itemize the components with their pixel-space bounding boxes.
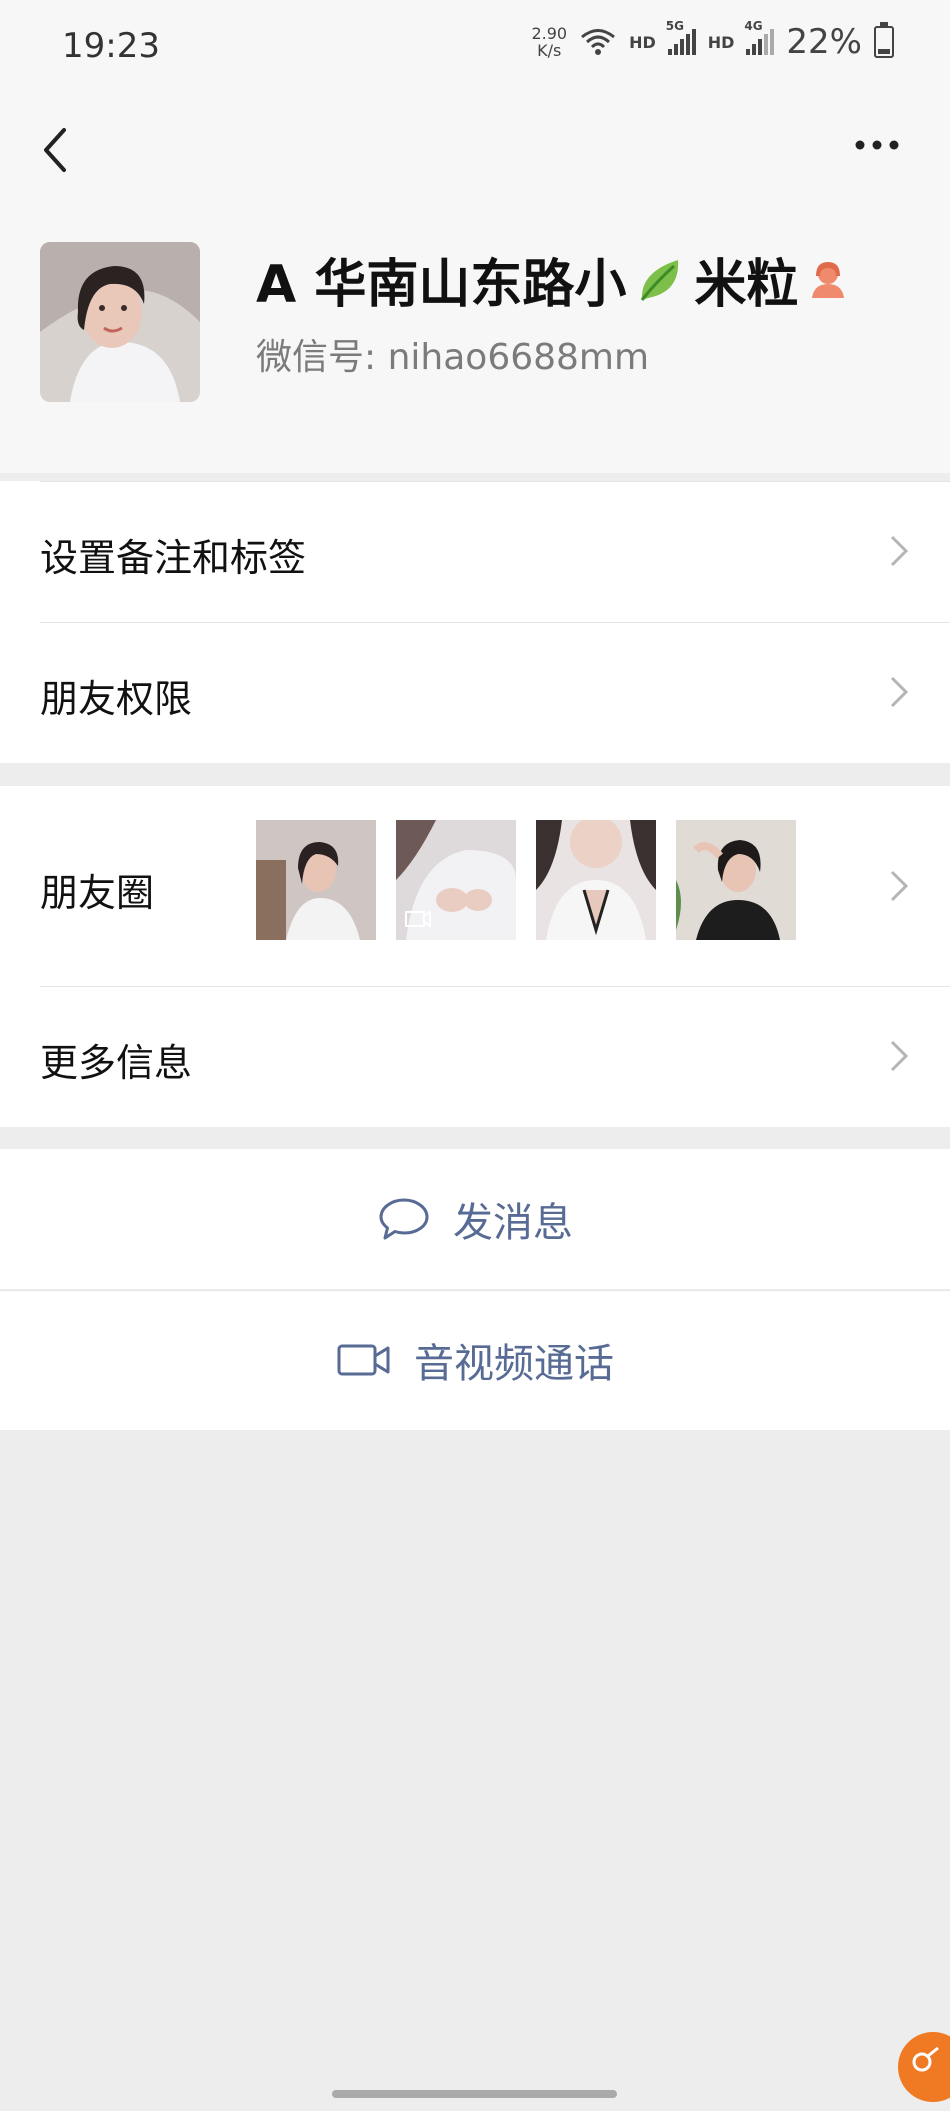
home-indicator[interactable] [332, 2090, 617, 2098]
hd-label-1: HD [629, 32, 656, 52]
remark-row[interactable]: 设置备注和标签 [0, 481, 950, 622]
signal-5g-icon: 5G [666, 19, 696, 55]
contact-name: A 华南山东路小 米粒 [256, 242, 850, 317]
more-options-icon[interactable] [852, 130, 902, 160]
send-message-label: 发消息 [453, 1200, 573, 1246]
status-time: 19:23 [62, 26, 160, 66]
video-camera-icon [337, 1344, 390, 1376]
wechat-id: 微信号: nihao6688mm [256, 337, 650, 378]
profile-header: A 华南山东路小 米粒 微信号: nihao6688mm [0, 90, 950, 470]
floating-assistant-icon[interactable] [898, 2032, 950, 2102]
chat-bubble-icon [379, 1198, 429, 1240]
back-arrow-icon[interactable] [36, 118, 76, 178]
chevron-right-icon [890, 676, 909, 708]
leaf-icon [641, 259, 679, 301]
moments-row[interactable]: 朋友圈 [0, 786, 950, 986]
permission-row[interactable]: 朋友权限 [0, 622, 950, 763]
remark-label: 设置备注和标签 [40, 536, 307, 580]
divider [40, 986, 950, 987]
moments-photo-3[interactable] [536, 820, 656, 940]
divider [40, 622, 950, 623]
video-call-button[interactable]: 音视频通话 [0, 1290, 950, 1430]
moments-photo-1[interactable] [256, 820, 376, 940]
chevron-right-icon [890, 535, 909, 567]
more-info-row[interactable]: 更多信息 [0, 986, 950, 1127]
chevron-right-icon [890, 870, 909, 902]
hd-label-2: HD [707, 32, 735, 52]
moments-photo-4[interactable] [676, 820, 796, 940]
header-spacer [0, 470, 950, 473]
status-icons: 2.90 K/s HD 5G HD 4G 22% [531, 19, 894, 62]
more-info-label: 更多信息 [40, 1041, 193, 1085]
network-speed: 2.90 K/s [531, 24, 568, 60]
female-icon [812, 261, 845, 298]
moments-video-2[interactable] [396, 820, 516, 940]
divider [40, 481, 950, 482]
video-call-label: 音视频通话 [414, 1341, 614, 1387]
moments-thumbnails [256, 820, 796, 940]
signal-4g-icon: 4G [744, 19, 775, 55]
battery-percent: 22% [786, 22, 862, 62]
send-message-button[interactable]: 发消息 [0, 1149, 950, 1289]
avatar[interactable] [40, 242, 200, 402]
wifi-icon [581, 29, 616, 55]
permission-label: 朋友权限 [40, 677, 193, 721]
status-bar: 19:23 2.90 K/s HD 5G HD 4G 22% [0, 0, 950, 90]
chevron-right-icon [890, 1040, 909, 1072]
moments-label: 朋友圈 [40, 871, 155, 915]
divider [0, 1290, 950, 1291]
battery-icon [874, 22, 894, 58]
